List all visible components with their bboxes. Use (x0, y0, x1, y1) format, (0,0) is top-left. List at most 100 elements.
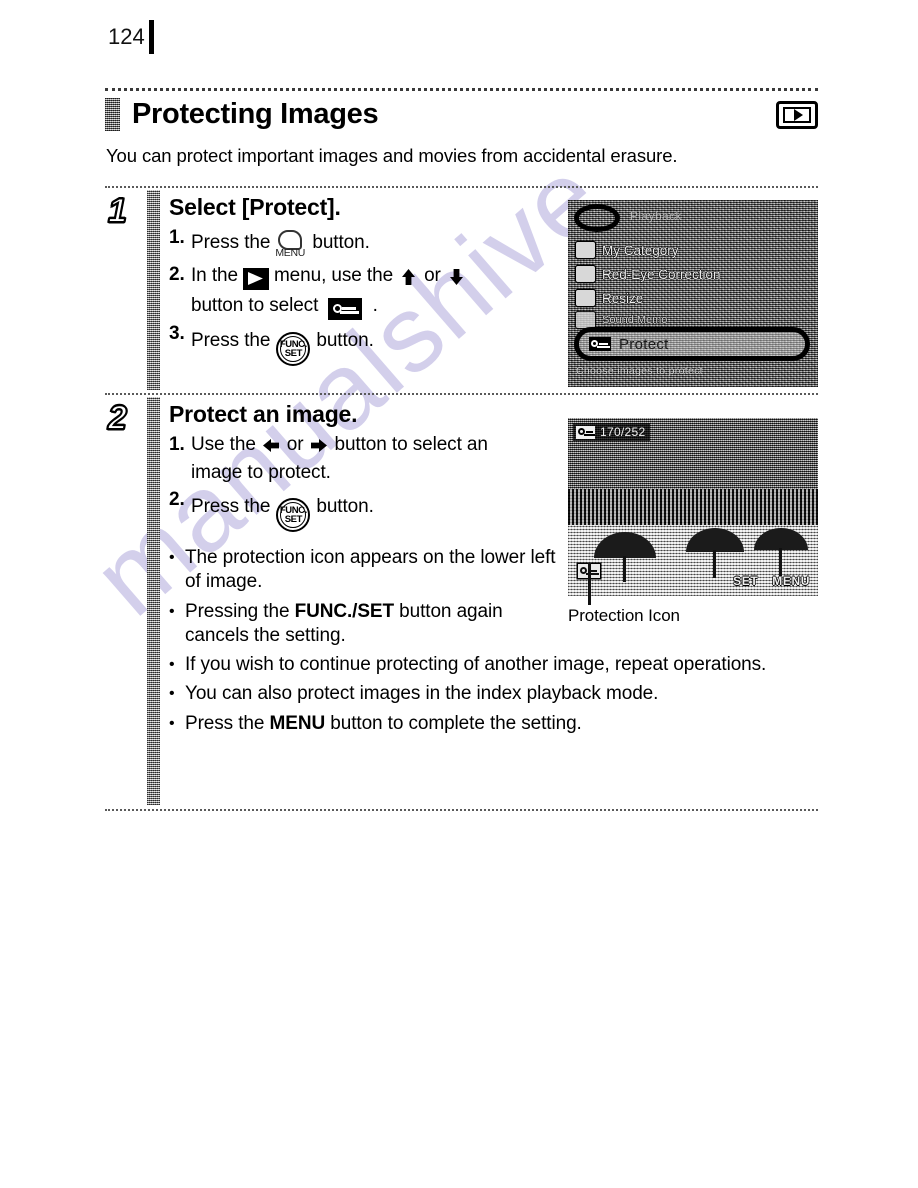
umbrella-pole (779, 548, 782, 576)
step-2-item-1-text: Use the or button to select an image to … (191, 435, 628, 483)
up-arrow-icon (399, 268, 418, 287)
protect-key-icon (328, 298, 363, 320)
protect-key-icon (576, 425, 595, 439)
func-set-button-icon: FUNC. SET (276, 332, 311, 366)
note-bullet-text: The protection icon appears on the lower… (185, 546, 570, 595)
step-2-item-1-or: or (286, 434, 304, 455)
step-1-item-1-text: Press the MENU button. (191, 228, 370, 260)
note-run: If you wish to continue protecting of an… (185, 654, 767, 676)
step-1-item-2-line2-before: button to select (191, 295, 319, 317)
photo-hint-bar: SET MENU (568, 574, 818, 588)
note-run: button to complete the setting. (325, 712, 582, 734)
menu-button-label: MENU (275, 247, 306, 259)
menu-row-red-eye-correction: Red-Eye Correction (576, 266, 721, 282)
step-1-item-2-or: or (424, 265, 441, 287)
page-number: 124 (108, 20, 154, 54)
menu-row-my-category: My Category (576, 242, 679, 258)
step-1-item-3-text: Press the FUNC. SET button. (191, 324, 374, 366)
step-1-item-1-marker: 1. (169, 227, 185, 248)
note-run: Press the (185, 712, 270, 734)
my-category-icon (576, 242, 595, 258)
bullet-dot-icon: • (169, 656, 175, 674)
menu-bottom-hint: Choose images to protect (576, 365, 703, 377)
playback-icon-frame (783, 107, 811, 123)
func-set-button-icon: FUNC. SET (276, 497, 311, 532)
step-1-item-2-marker: 2. (169, 264, 185, 285)
step-2-item-2-marker: 2. (169, 488, 185, 510)
image-counter: 170/252 (600, 425, 646, 439)
step-2-item-2-after: button. (316, 495, 374, 517)
note-bullet: • If you wish to continue protecting of a… (169, 653, 766, 677)
note-run: Pressing the (185, 600, 295, 622)
step-2-item-2-before: Press the (191, 495, 271, 517)
intro-text: You can protect important images and mov… (106, 145, 678, 166)
protect-key-icon (589, 337, 611, 351)
step-2-item-1-line2: image to protect. (191, 461, 331, 483)
menu-button-icon: MENU (275, 230, 306, 260)
note-emphasis: FUNC./SET (294, 600, 394, 622)
menu-row-sound-memo: Sound Memo (576, 312, 667, 328)
bullet-dot-icon: • (169, 685, 175, 703)
note-bullet-text: Press the MENU button to complete the se… (185, 712, 582, 736)
menu-row-label: Sound Memo (602, 314, 668, 326)
menu-hint-label: MENU (772, 574, 810, 588)
step-2-item-1-before: Use the (191, 434, 256, 455)
step-1-item-1-after: button. (312, 232, 370, 254)
menu-row-protect-highlighted: Protect (574, 327, 810, 361)
menu-row-label: My Category (602, 242, 679, 258)
playback-mode-icon (242, 268, 269, 290)
note-bullet-text: You can also protect images in the index… (185, 682, 658, 706)
step-1-number: 1 (107, 192, 128, 230)
camera-screenshot-playback-menu: Playback My Category Red-Eye Correction … (568, 200, 818, 387)
photo-counter-overlay: 170/252 (573, 423, 651, 441)
step-1-item-2-mid: menu, use the (273, 265, 394, 287)
menu-row-protect-label: Protect (619, 335, 669, 353)
down-arrow-icon (447, 268, 466, 287)
step-2-bar (147, 397, 160, 805)
menu-tab-label: Playback (630, 209, 682, 223)
step-2-item-2-text: Press the FUNC. SET button. (191, 490, 374, 532)
protection-icon-leader-line (588, 563, 591, 605)
step-1-item-3-marker: 3. (169, 323, 185, 344)
page-number-rule (148, 20, 154, 54)
left-arrow-icon (262, 436, 281, 455)
menu-row-label: Resize (602, 290, 644, 306)
step-1-item-3-after: button. (316, 330, 374, 352)
section-header: Protecting Images (105, 88, 818, 135)
bullet-dot-icon: • (169, 714, 175, 732)
sound-memo-icon (576, 312, 595, 328)
camera-screenshot-protected-image: 170/252 SET MENU (568, 418, 818, 596)
func-set-label-line2: SET (284, 513, 303, 525)
red-eye-correction-icon (576, 266, 595, 282)
right-arrow-icon (309, 436, 328, 455)
playback-mode-icon (776, 101, 818, 129)
selected-tab-highlight-ellipse (574, 204, 620, 232)
note-bullet-text: Pressing the FUNC./SET button again canc… (185, 600, 570, 649)
resize-icon (576, 290, 595, 306)
bullet-dot-icon: • (169, 602, 175, 620)
set-hint-label: SET (733, 574, 759, 588)
func-set-label-line2: SET (284, 348, 303, 359)
note-bullet: • Press the MENU button to complete the s… (169, 712, 766, 736)
note-run: You can also protect images in the index… (185, 683, 659, 705)
section-marker (105, 98, 120, 131)
step-1-item-2-line2-after: . (372, 295, 378, 317)
page-number-value: 124 (108, 24, 145, 49)
note-bullet: • You can also protect images in the inde… (169, 682, 766, 706)
play-triangle-icon (793, 109, 803, 121)
step-2-number: 2 (107, 399, 128, 437)
step-1-item-1-before: Press the (191, 232, 271, 254)
note-run: The protection icon appears on the lower… (185, 546, 556, 593)
menu-row-label: Red-Eye Correction (602, 266, 721, 282)
step-2-item-1-after: button to select an (334, 434, 488, 455)
bullet-dot-icon: • (169, 548, 175, 566)
step-1-item-2-before: In the (191, 265, 238, 287)
page-title: Protecting Images (132, 97, 379, 130)
menu-tab-bar: Playback (568, 200, 818, 236)
note-bullet-text: If you wish to continue protecting of an… (185, 653, 766, 677)
menu-row-resize: Resize (576, 290, 643, 306)
step-1-item-3-before: Press the (191, 330, 271, 352)
protection-icon-caption: Protection Icon (568, 606, 680, 625)
note-emphasis: MENU (269, 712, 326, 734)
step-2-item-1-marker: 1. (169, 434, 185, 455)
